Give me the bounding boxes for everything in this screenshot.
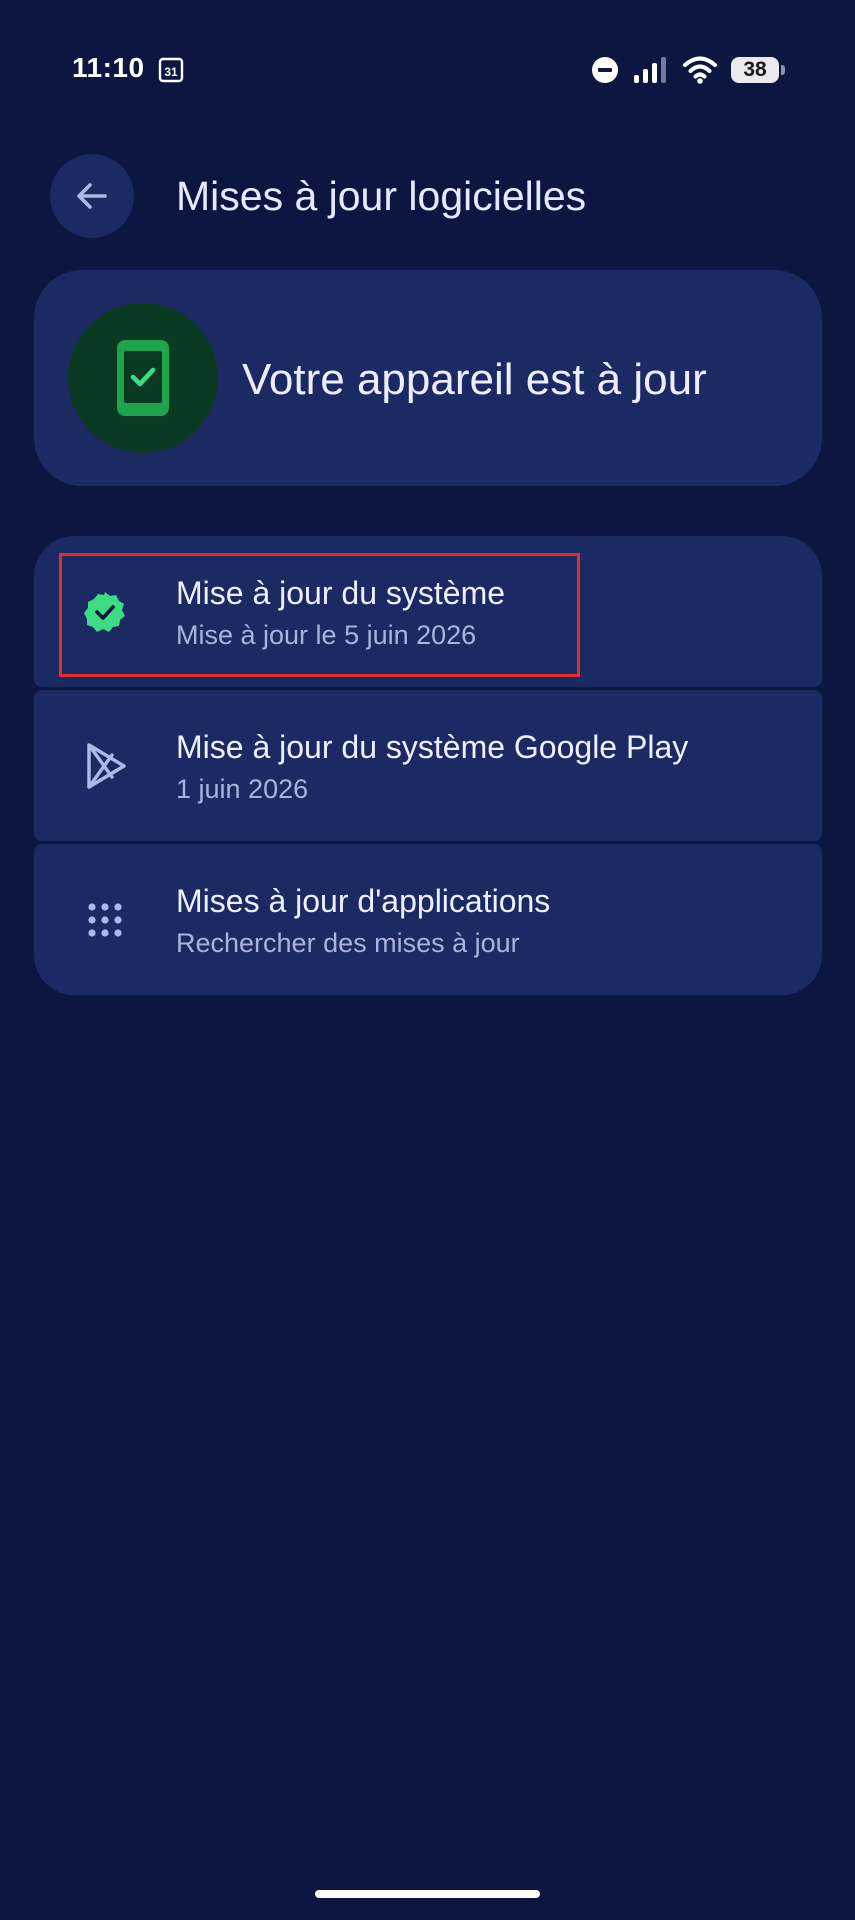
arrow-back-icon [77, 183, 107, 209]
do-not-disturb-icon [592, 57, 618, 83]
device-status-message: Votre appareil est à jour [242, 355, 707, 404]
item-title: Mise à jour du système Google Play [176, 729, 689, 765]
battery-indicator: 38 [731, 57, 785, 83]
calendar-day: 31 [164, 65, 178, 79]
list-item-app-updates[interactable]: Mises à jour d'applications Rechercher d… [34, 844, 822, 995]
battery-level: 38 [731, 57, 779, 83]
page-title: Mises à jour logicielles [176, 173, 587, 219]
item-subtitle: 1 juin 2026 [176, 774, 309, 804]
back-button[interactable] [50, 154, 134, 238]
calendar-icon: 31 [158, 57, 184, 83]
list-item-system-update[interactable]: Mise à jour du système Mise à jour le 5 … [34, 536, 822, 687]
item-title: Mise à jour du système [176, 575, 506, 611]
item-title: Mises à jour d'applications [176, 883, 551, 919]
phone-check-icon [117, 340, 169, 416]
verified-check-icon [84, 591, 125, 632]
gesture-nav-handle[interactable] [315, 1890, 540, 1898]
item-icon-container [82, 589, 128, 635]
item-icon-container [82, 897, 128, 943]
device-status-icon-bg [68, 303, 218, 453]
apps-grid-icon [88, 902, 122, 937]
list-item-google-play-update[interactable]: Mise à jour du système Google Play 1 jui… [34, 690, 822, 841]
status-time: 11:10 [72, 52, 145, 83]
item-subtitle: Mise à jour le 5 juin 2026 [176, 620, 477, 650]
play-store-icon [87, 742, 126, 789]
status-bar: 11:10 31 38 [0, 0, 855, 140]
item-icon-container [82, 742, 128, 789]
wifi-icon [683, 56, 717, 84]
battery-tip [781, 65, 785, 75]
signal-icon [634, 57, 666, 83]
device-status-card: Votre appareil est à jour [34, 270, 822, 486]
item-subtitle: Rechercher des mises à jour [176, 928, 520, 958]
status-icons: 38 [591, 52, 785, 88]
